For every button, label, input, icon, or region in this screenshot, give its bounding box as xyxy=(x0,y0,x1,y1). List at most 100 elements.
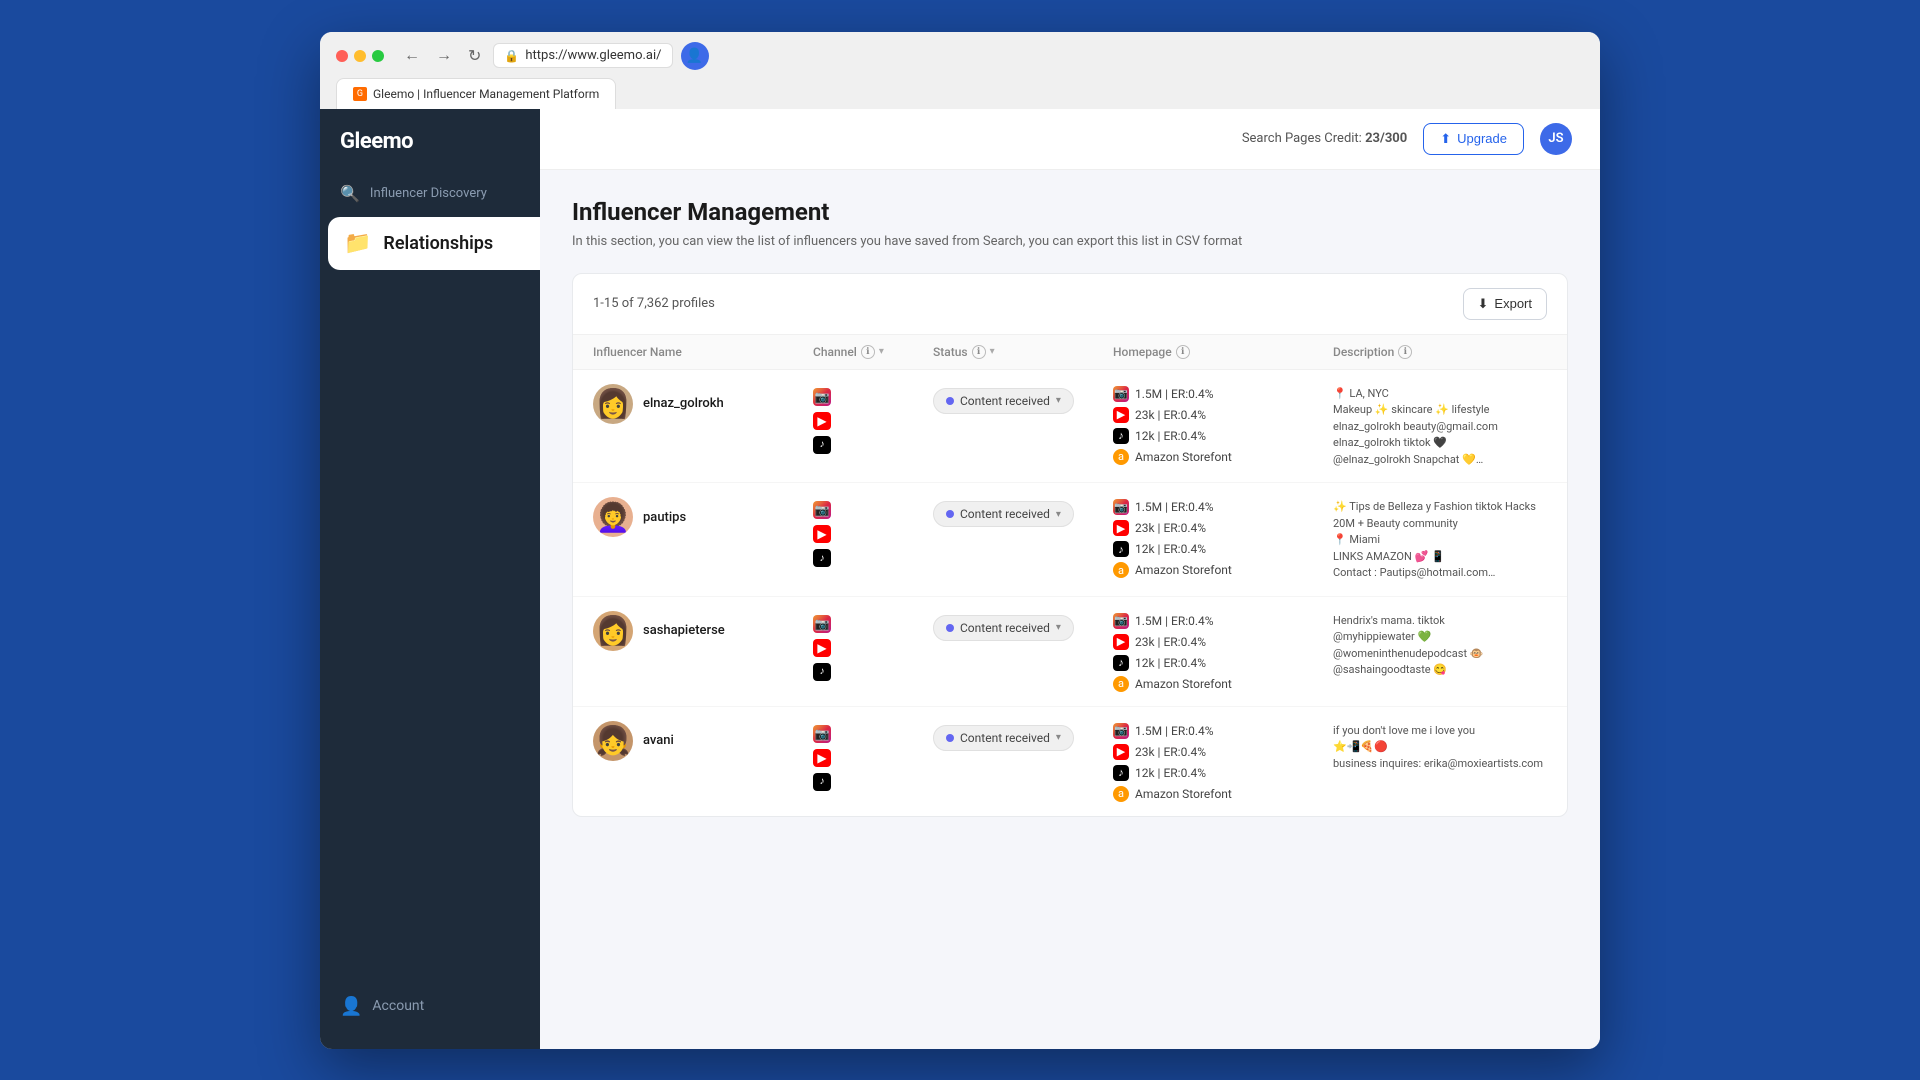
status-cell: Content received ▾ xyxy=(933,611,1113,641)
youtube-hp-icon: ▶ xyxy=(1113,407,1129,423)
refresh-button[interactable]: ↻ xyxy=(464,42,485,70)
influencer-table: 1-15 of 7,362 profiles ⬇ Export Influenc… xyxy=(572,273,1568,817)
status-label: Content received xyxy=(960,731,1050,745)
traffic-lights xyxy=(336,50,384,62)
homepage-stat: ▶ 23k | ER:0.4% xyxy=(1113,520,1333,536)
avatar: 👩 xyxy=(593,384,633,424)
user-avatar[interactable]: JS xyxy=(1540,123,1572,155)
sidebar-item-relationships[interactable]: 📁 Relationships xyxy=(328,217,540,270)
instagram-icon: 📷 xyxy=(813,615,831,633)
tiktok-icon: ♪ xyxy=(813,773,831,791)
status-dot xyxy=(946,734,954,742)
minimize-button[interactable] xyxy=(354,50,366,62)
status-caret: ▾ xyxy=(1056,732,1061,743)
table-body: 👩 elnaz_golrokh 📷▶♪ Content received ▾ 📷… xyxy=(573,370,1567,816)
influencer-name-cell: 👩 sashapieterse xyxy=(593,611,813,651)
status-sort-icon[interactable]: ▾ xyxy=(990,346,995,357)
col-header-channel: Channel ℹ ▾ xyxy=(813,345,933,359)
homepage-stat: ♪ 12k | ER:0.4% xyxy=(1113,428,1333,444)
active-tab[interactable]: G Gleemo | Influencer Management Platfor… xyxy=(336,78,616,109)
table-header-row: 1-15 of 7,362 profiles ⬇ Export xyxy=(573,274,1567,335)
influencer-name[interactable]: pautips xyxy=(643,510,686,525)
description-cell: if you don't love me i love you⭐️📲🍕🔴busi… xyxy=(1333,721,1568,773)
homepage-cell: 📷 1.5M | ER:0.4% ▶ 23k | ER:0.4% ♪ 12k |… xyxy=(1113,611,1333,692)
col-header-status: Status ℹ ▾ xyxy=(933,345,1113,359)
homepage-stat: a Amazon Storefont xyxy=(1113,786,1333,802)
tiktok-icon: ♪ xyxy=(813,663,831,681)
influencer-name-cell: 👩 elnaz_golrokh xyxy=(593,384,813,424)
homepage-cell: 📷 1.5M | ER:0.4% ▶ 23k | ER:0.4% ♪ 12k |… xyxy=(1113,497,1333,578)
instagram-icon: 📷 xyxy=(813,725,831,743)
status-badge[interactable]: Content received ▾ xyxy=(933,388,1074,414)
sidebar: Gleemo 🔍 Influencer Discovery 📁 Relation… xyxy=(320,109,540,1049)
chrome-user-icon[interactable]: 👤 xyxy=(681,42,709,70)
search-credit-label: Search Pages Credit: xyxy=(1242,131,1362,146)
homepage-stat: a Amazon Storefont xyxy=(1113,449,1333,465)
forward-button[interactable]: → xyxy=(432,43,456,69)
status-badge[interactable]: Content received ▾ xyxy=(933,725,1074,751)
table-row: 👧 avani 📷▶♪ Content received ▾ 📷 1.5M | … xyxy=(573,707,1567,816)
export-button[interactable]: ⬇ Export xyxy=(1463,288,1547,320)
browser-controls: ← → ↻ 🔒 https://www.gleemo.ai/ 👤 xyxy=(336,42,1584,70)
homepage-stat: 📷 1.5M | ER:0.4% xyxy=(1113,386,1333,402)
upgrade-label: Upgrade xyxy=(1457,131,1507,146)
page-subtitle: In this section, you can view the list o… xyxy=(572,234,1568,249)
app-container: Gleemo 🔍 Influencer Discovery 📁 Relation… xyxy=(320,109,1600,1049)
status-badge[interactable]: Content received ▾ xyxy=(933,501,1074,527)
col-header-name: Influencer Name xyxy=(593,345,813,359)
youtube-icon: ▶ xyxy=(813,525,831,543)
channel-info-icon: ℹ xyxy=(861,345,875,359)
table-row: 👩 elnaz_golrokh 📷▶♪ Content received ▾ 📷… xyxy=(573,370,1567,484)
top-bar: Search Pages Credit: 23/300 ⬆ Upgrade JS xyxy=(540,109,1600,170)
sidebar-item-label: Influencer Discovery xyxy=(370,186,487,201)
tiktok-hp-icon: ♪ xyxy=(1113,428,1129,444)
influencer-name[interactable]: elnaz_golrokh xyxy=(643,396,724,411)
tiktok-hp-icon: ♪ xyxy=(1113,655,1129,671)
status-cell: Content received ▾ xyxy=(933,497,1113,527)
channel-sort-icon[interactable]: ▾ xyxy=(879,346,884,357)
sidebar-item-influencer-discovery[interactable]: 🔍 Influencer Discovery xyxy=(320,174,540,213)
relationships-label: Relationships xyxy=(383,233,493,254)
sidebar-item-account[interactable]: 👤 Account xyxy=(320,984,540,1029)
table-row: 👩 sashapieterse 📷▶♪ Content received ▾ 📷… xyxy=(573,597,1567,707)
homepage-stat: ▶ 23k | ER:0.4% xyxy=(1113,744,1333,760)
account-label: Account xyxy=(372,998,424,1014)
url-text: https://www.gleemo.ai/ xyxy=(525,48,661,63)
main-content: Search Pages Credit: 23/300 ⬆ Upgrade JS… xyxy=(540,109,1600,1049)
search-credit-value: 23/300 xyxy=(1365,131,1407,146)
col-header-homepage: Homepage ℹ xyxy=(1113,345,1333,359)
upgrade-icon: ⬆ xyxy=(1440,131,1451,147)
homepage-stat: 📷 1.5M | ER:0.4% xyxy=(1113,723,1333,739)
instagram-hp-icon: 📷 xyxy=(1113,613,1129,629)
browser-window: ← → ↻ 🔒 https://www.gleemo.ai/ 👤 G Gleem… xyxy=(320,32,1600,1049)
status-label: Content received xyxy=(960,394,1050,408)
influencer-name[interactable]: sashapieterse xyxy=(643,623,725,638)
browser-chrome: ← → ↻ 🔒 https://www.gleemo.ai/ 👤 G Gleem… xyxy=(320,32,1600,109)
influencer-name[interactable]: avani xyxy=(643,733,674,748)
homepage-stat: 📷 1.5M | ER:0.4% xyxy=(1113,499,1333,515)
status-dot xyxy=(946,624,954,632)
col-header-description: Description ℹ xyxy=(1333,345,1568,359)
upgrade-button[interactable]: ⬆ Upgrade xyxy=(1423,123,1524,155)
channel-cell: 📷▶♪ xyxy=(813,384,933,454)
status-caret: ▾ xyxy=(1056,509,1061,520)
homepage-cell: 📷 1.5M | ER:0.4% ▶ 23k | ER:0.4% ♪ 12k |… xyxy=(1113,384,1333,465)
youtube-hp-icon: ▶ xyxy=(1113,520,1129,536)
homepage-stat: ▶ 23k | ER:0.4% xyxy=(1113,407,1333,423)
maximize-button[interactable] xyxy=(372,50,384,62)
address-bar[interactable]: 🔒 https://www.gleemo.ai/ xyxy=(493,43,672,68)
description-info-icon: ℹ xyxy=(1398,345,1412,359)
discovery-icon: 🔍 xyxy=(340,184,360,203)
status-info-icon: ℹ xyxy=(972,345,986,359)
influencer-name-cell: 👧 avani xyxy=(593,721,813,761)
page-body: Influencer Management In this section, y… xyxy=(540,170,1600,845)
status-label: Content received xyxy=(960,507,1050,521)
channel-cell: 📷▶♪ xyxy=(813,611,933,681)
status-badge[interactable]: Content received ▾ xyxy=(933,615,1074,641)
homepage-stat: a Amazon Storefont xyxy=(1113,562,1333,578)
close-button[interactable] xyxy=(336,50,348,62)
status-dot xyxy=(946,397,954,405)
status-caret: ▾ xyxy=(1056,622,1061,633)
back-button[interactable]: ← xyxy=(400,43,424,69)
tab-favicon: G xyxy=(353,87,367,101)
